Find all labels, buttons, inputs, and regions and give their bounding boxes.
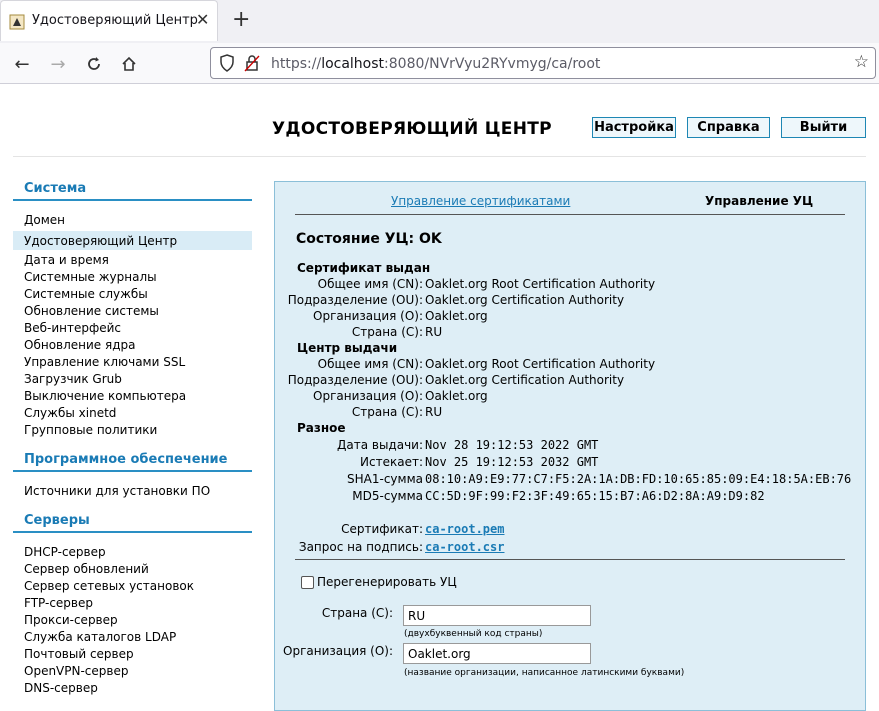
bookmark-star-icon[interactable]: ☆: [854, 52, 869, 72]
expires-label: Истекает:: [360, 455, 423, 469]
sidebar-item-proxy[interactable]: Прокси-сервер: [24, 613, 118, 627]
browser-tab-bar: Удостоверяющий Центр ✕ +: [0, 0, 879, 43]
sidebar-item-kernel[interactable]: Обновление ядра: [24, 338, 136, 352]
sidebar-item-openvpn[interactable]: OpenVPN-сервер: [24, 664, 128, 678]
sidebar-head-system: Система: [24, 181, 87, 196]
issued-ou-value: Oaklet.org Certification Authority: [425, 293, 625, 307]
issued-c-label: Страна (C):: [351, 325, 423, 339]
issuer-o-label: Организация (O):: [313, 389, 423, 403]
sidebar-head-servers: Серверы: [24, 513, 90, 528]
issued-ou-label: Подразделение (OU):: [287, 293, 423, 307]
sidebar-divider: [13, 199, 252, 201]
md5-label: MD5-сумма: [352, 489, 423, 503]
tab-cert-management[interactable]: Управление сертификатами: [391, 194, 570, 208]
sidebar-item-mail[interactable]: Почтовый сервер: [24, 647, 134, 661]
country-hint: (двухбуквенный код страны): [404, 629, 543, 639]
issued-o-value: Oaklet.org: [425, 309, 488, 323]
issuer-ou-label: Подразделение (OU):: [287, 373, 423, 387]
lock-icon[interactable]: [244, 54, 260, 72]
new-tab-icon[interactable]: +: [232, 7, 250, 32]
form-divider: [295, 559, 845, 560]
ca-panel: Управление сертификатами Управление УЦ С…: [274, 181, 866, 711]
issuer-o-value: Oaklet.org: [425, 389, 488, 403]
tab-ca-management[interactable]: Управление УЦ: [705, 194, 813, 208]
issued-c-value: RU: [425, 325, 443, 339]
close-tab-icon[interactable]: ✕: [196, 10, 209, 29]
section-misc: Разное: [297, 421, 346, 435]
issued-cn-value: Oaklet.org Root Certification Authority: [425, 277, 656, 291]
issuer-c-label: Страна (C):: [351, 405, 423, 419]
issuer-cn-label: Общее имя (CN):: [317, 357, 423, 371]
back-icon[interactable]: ←: [9, 51, 35, 77]
sidebar-item-datetime[interactable]: Дата и время: [24, 253, 109, 267]
sidebar-item-policies[interactable]: Групповые политики: [24, 423, 157, 437]
home-icon[interactable]: [116, 51, 142, 77]
reload-icon[interactable]: [81, 51, 107, 77]
sidebar-item-update[interactable]: Обновление системы: [24, 304, 159, 318]
browser-nav-bar: ← → https://localhost:8080/NVrVyu2RYvmyg…: [0, 43, 879, 84]
org-label: Организация (O):: [283, 644, 393, 658]
sidebar-item-dhcp[interactable]: DHCP-сервер: [24, 545, 106, 559]
browser-tab[interactable]: Удостоверяющий Центр ✕: [0, 0, 218, 41]
sidebar-item-ca[interactable]: Удостоверяющий Центр: [24, 234, 177, 248]
sidebar-divider: [13, 470, 252, 472]
page-title: УДОСТОВЕРЯЮЩИЙ ЦЕНТР: [272, 119, 552, 139]
issued-date-label: Дата выдачи:: [336, 438, 423, 452]
sidebar-item-grub[interactable]: Загрузчик Grub: [24, 372, 122, 386]
issued-date-value: Nov 28 19:12:53 2022 GMT: [425, 438, 599, 452]
sidebar-item-xinetd[interactable]: Службы xinetd: [24, 406, 116, 420]
sidebar-item-sources[interactable]: Источники для установки ПО: [24, 484, 210, 498]
sidebar-head-software: Программное обеспечение: [24, 452, 228, 467]
country-input[interactable]: [403, 605, 591, 626]
sidebar-item-web[interactable]: Веб-интерфейс: [24, 321, 121, 335]
org-hint: (название организации, написанное латинс…: [404, 668, 685, 678]
issuer-ou-value: Oaklet.org Certification Authority: [425, 373, 625, 387]
url-bar[interactable]: https://localhost:8080/NVrVyu2RYvmyg/ca/…: [210, 47, 876, 79]
sidebar-item-update-server[interactable]: Сервер обновлений: [24, 562, 149, 576]
sidebar-item-ssl[interactable]: Управление ключами SSL: [24, 355, 185, 369]
section-cert-issued: Сертификат выдан: [297, 261, 431, 275]
section-issuer: Центр выдачи: [297, 341, 398, 355]
sidebar-item-shutdown[interactable]: Выключение компьютера: [24, 389, 186, 403]
sha1-value: 08:10:A9:E9:77:C7:F5:2A:1A:DB:FD:10:65:8…: [425, 472, 852, 486]
regenerate-label[interactable]: Перегенерировать УЦ: [317, 575, 457, 589]
issued-o-label: Организация (O):: [313, 309, 423, 323]
issued-cn-label: Общее имя (CN):: [317, 277, 423, 291]
regenerate-checkbox[interactable]: [301, 576, 314, 589]
sidebar-item-ftp[interactable]: FTP-сервер: [24, 596, 93, 610]
cert-label: Сертификат:: [341, 522, 423, 536]
settings-button[interactable]: Настройка: [592, 117, 676, 138]
sha1-label: SHA1-сумма: [347, 472, 423, 486]
shield-icon[interactable]: [219, 54, 235, 72]
tab-divider: [295, 214, 845, 215]
tab-title: Удостоверяющий Центр: [32, 13, 198, 28]
sidebar-divider: [13, 531, 252, 533]
sidebar-item-ldap[interactable]: Служба каталогов LDAP: [24, 630, 176, 644]
ca-state: Состояние УЦ: OK: [296, 231, 442, 247]
favicon-icon: [9, 14, 25, 30]
header-divider: [13, 156, 866, 157]
logout-button[interactable]: Выйти: [781, 117, 866, 138]
sidebar-item-netinstall[interactable]: Сервер сетевых установок: [24, 579, 194, 593]
sidebar-item-domain[interactable]: Домен: [24, 213, 65, 227]
md5-value: CC:5D:9F:99:F2:3F:49:65:15:B7:A6:D2:8A:A…: [425, 489, 765, 503]
org-input[interactable]: [403, 643, 591, 664]
issuer-c-value: RU: [425, 405, 443, 419]
url-text[interactable]: https://localhost:8080/NVrVyu2RYvmyg/ca/…: [271, 56, 600, 72]
csr-label: Запрос на подпись:: [298, 540, 423, 554]
forward-icon[interactable]: →: [45, 51, 71, 77]
country-label: Страна (C):: [321, 606, 393, 620]
expires-value: Nov 25 19:12:53 2032 GMT: [425, 455, 599, 469]
issuer-cn-value: Oaklet.org Root Certification Authority: [425, 357, 656, 371]
sidebar-item-services[interactable]: Системные службы: [24, 287, 148, 301]
sidebar-item-dns[interactable]: DNS-сервер: [24, 681, 98, 695]
csr-download-link[interactable]: ca-root.csr: [425, 540, 504, 554]
sidebar-item-logs[interactable]: Системные журналы: [24, 270, 157, 284]
cert-download-link[interactable]: ca-root.pem: [425, 522, 504, 536]
help-button[interactable]: Справка: [687, 117, 770, 138]
page-content: УДОСТОВЕРЯЮЩИЙ ЦЕНТР Настройка Справка В…: [0, 84, 879, 711]
